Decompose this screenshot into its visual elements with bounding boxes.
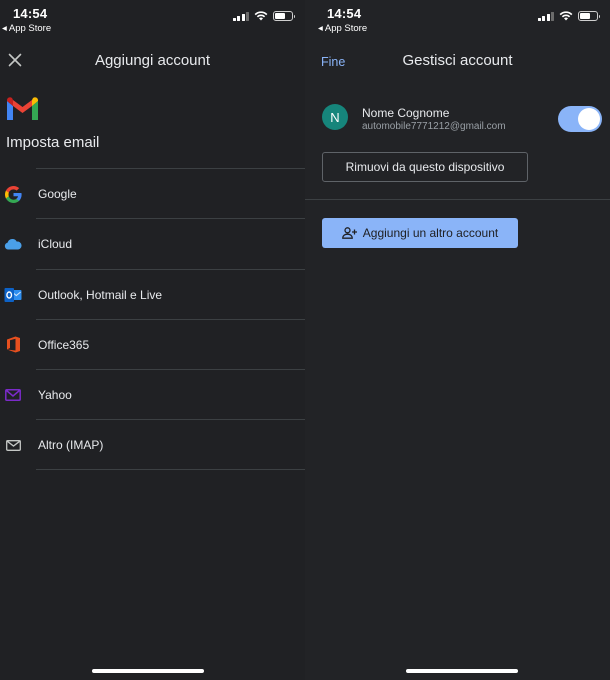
account-enabled-toggle[interactable] [558,106,602,132]
back-to-app-store-link[interactable]: ◂ App Store [318,23,367,34]
home-indicator[interactable] [92,669,204,673]
status-bar: 14:54 ◂ App Store [0,0,305,36]
status-time: 14:54 [327,6,362,21]
manage-accounts-screen: 14:54 ◂ App Store Fine Gestisci account … [305,0,610,680]
wifi-icon [254,11,268,21]
top-bar: Aggiungi account [0,42,305,78]
page-title: Aggiungi account [94,52,211,69]
provider-label: Yahoo [38,388,72,403]
account-email: automobile7771212@gmail.com [362,121,506,132]
gmail-logo-icon [7,97,38,120]
icloud-icon [4,235,22,253]
provider-item-imap[interactable]: Altro (IMAP) [5,419,305,470]
provider-label: Outlook, Hotmail e Live [38,287,163,302]
battery-icon [578,11,600,21]
add-another-account-label: Aggiungi un altro account [362,226,499,240]
battery-icon [273,11,295,21]
provider-item-office365[interactable]: Office365 [6,318,305,369]
provider-item-outlook[interactable]: Outlook, Hotmail e Live [4,268,305,319]
provider-label: iCloud [38,237,73,252]
wifi-icon [559,11,573,21]
provider-item-yahoo[interactable]: Yahoo [5,369,305,419]
divider [305,199,610,200]
provider-label: Google [38,187,77,201]
provider-item-google[interactable]: Google [4,168,305,218]
status-time: 14:54 [13,6,48,21]
toggle-knob [578,108,600,130]
status-icons [537,11,600,21]
provider-list: Google iCloud Outlook, Hotmail e Live Of… [0,168,305,470]
status-icons [232,11,295,21]
page-title: Gestisci account [402,52,513,69]
add-person-icon [341,227,357,239]
signal-icon [537,11,554,21]
status-bar: 14:54 ◂ App Store [305,0,610,36]
mail-icon [4,436,22,454]
add-account-screen: 14:54 ◂ App Store Aggiungi account Impos… [0,0,305,680]
back-to-app-store-link[interactable]: ◂ App Store [2,23,51,34]
account-name: Nome Cognome [362,106,450,120]
add-another-account-button[interactable]: Aggiungi un altro account [322,218,518,248]
top-bar: Fine Gestisci account [305,42,610,78]
outlook-icon [4,286,22,304]
provider-label: Altro (IMAP) [38,438,104,453]
avatar: N [322,104,348,130]
provider-label: Office365 [38,337,90,352]
yahoo-icon [4,386,22,404]
office365-icon [4,336,22,354]
account-row: N Nome Cognome automobile7771212@gmail.c… [305,100,610,140]
home-indicator[interactable] [406,669,518,673]
google-icon [4,185,22,203]
signal-icon [232,11,249,21]
setup-email-heading: Imposta email [6,134,100,151]
provider-item-icloud[interactable]: iCloud [4,218,305,268]
remove-from-device-button[interactable]: Rimuovi da questo dispositivo [322,152,528,182]
